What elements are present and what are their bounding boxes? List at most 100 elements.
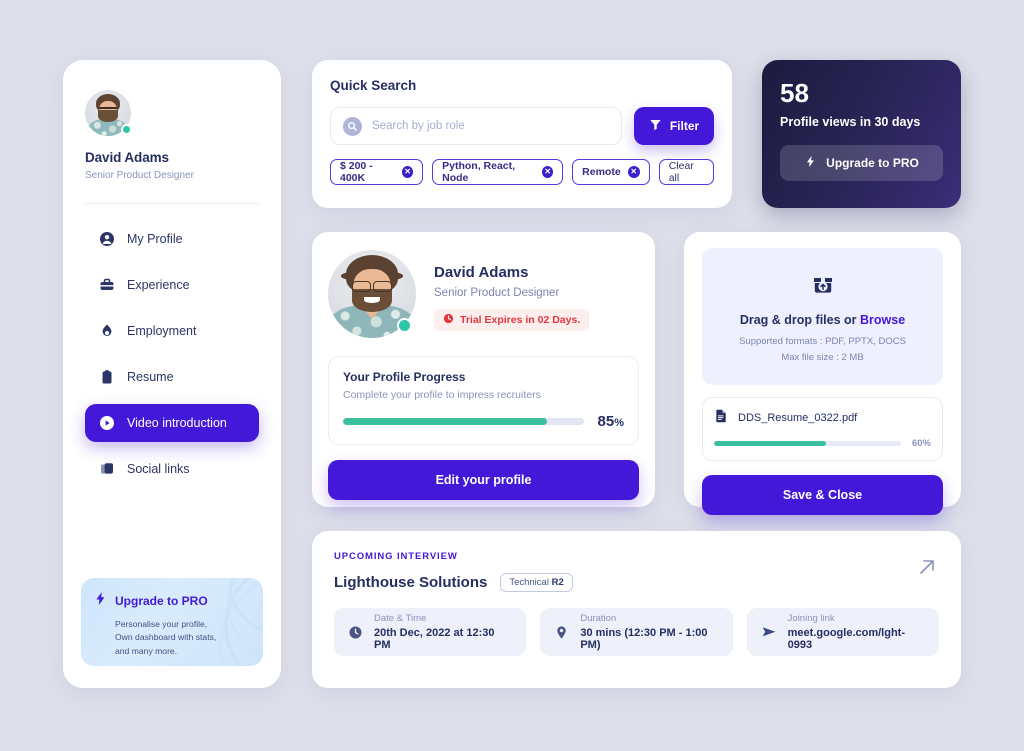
upload-card: Drag & drop files or Browse Supported fo…	[684, 232, 961, 515]
file-icon	[714, 408, 729, 428]
filter-chip-location[interactable]: Remote ✕	[572, 159, 650, 185]
promo-line: and many more.	[115, 645, 178, 656]
sidebar-item-social-links[interactable]: Social links	[85, 450, 259, 488]
arrow-up-right-icon[interactable]	[915, 555, 939, 584]
interview-detail-joining-link[interactable]: Joining link meet.google.com/lght-0993	[746, 608, 939, 656]
profile-views-caption: Profile views in 30 days	[780, 115, 943, 129]
clear-all-button[interactable]: Clear all	[658, 159, 714, 185]
badge-round: R2	[551, 577, 564, 588]
progress-percent-symbol: %	[614, 417, 624, 429]
profile-avatar	[328, 250, 416, 338]
chip-label: Clear all	[668, 160, 694, 184]
sidebar-item-resume[interactable]: Resume	[85, 358, 259, 396]
progress-subtitle: Complete your profile to impress recruit…	[343, 389, 541, 401]
progress-title: Your Profile Progress	[343, 370, 466, 384]
sidebar-nav: My Profile Experience Employment Resume	[85, 220, 259, 488]
browse-link[interactable]: Browse	[860, 313, 905, 327]
search-field[interactable]	[330, 107, 622, 145]
caption-prefix: Profile views in	[780, 115, 875, 129]
caption-period: 30 days	[874, 115, 921, 129]
briefcase-icon	[99, 277, 115, 293]
max-size-text: Max file size : 2 MB	[781, 351, 864, 363]
quick-search-title: Quick Search	[330, 78, 417, 93]
filter-chip-skills[interactable]: Python, React, Node ✕	[432, 159, 564, 185]
chip-label: Python, React, Node	[442, 160, 516, 184]
sidebar-item-my-profile[interactable]: My Profile	[85, 220, 259, 258]
online-status-dot	[121, 124, 132, 135]
detail-label: Joining link	[787, 613, 835, 624]
clock-icon	[348, 625, 363, 640]
progress-bar-fill	[343, 418, 548, 425]
search-input[interactable]	[372, 120, 609, 132]
chip-label: Remote	[582, 166, 621, 178]
profile-role: Senior Product Designer	[434, 287, 560, 299]
filter-chip-salary[interactable]: $ 200 - 400K ✕	[330, 159, 424, 185]
quick-search-panel: Quick Search Filter $ 200 - 400K ✕ Py	[312, 60, 732, 208]
sidebar-item-label: Experience	[127, 278, 190, 292]
sidebar-user-role: Senior Product Designer	[85, 170, 194, 181]
chip-label: $ 200 - 400K	[340, 160, 373, 184]
interview-details: Date & Time 20th Dec, 2022 at 12:30 PM D…	[334, 608, 939, 656]
save-and-close-button[interactable]: Save & Close	[702, 475, 943, 515]
upgrade-to-pro-button[interactable]: Upgrade to PRO	[780, 145, 943, 181]
clock-icon	[443, 313, 454, 327]
sidebar-user-name: David Adams	[85, 150, 169, 165]
sidebar-item-label: Social links	[127, 462, 190, 476]
trial-expiry-badge: Trial Expires in 02 Days.	[434, 309, 590, 331]
detail-value: 20th Dec, 2022 at 12:30 PM	[374, 627, 495, 651]
file-progress-track	[714, 440, 901, 447]
sidebar-item-employment[interactable]: Employment	[85, 312, 259, 350]
file-progress-percent: 60%	[911, 438, 931, 449]
file-progress-fill	[714, 440, 827, 447]
filter-button[interactable]: Filter	[634, 107, 714, 145]
detail-label: Date & Time	[374, 613, 427, 624]
sidebar-avatar	[85, 90, 132, 136]
send-icon	[761, 624, 777, 640]
bolt-icon	[93, 591, 108, 611]
upload-box-icon	[810, 271, 836, 302]
upgrade-button-label: Upgrade to PRO	[826, 156, 919, 170]
edit-profile-button[interactable]: Edit your profile	[328, 460, 639, 500]
sidebar-item-label: Video introduction	[127, 416, 227, 430]
promo-line: Own dashboard with stats,	[115, 632, 217, 643]
dropzone-title: Drag & drop files or Browse	[740, 313, 905, 327]
upcoming-interview-card: UPCOMING INTERVIEW Lighthouse Solutions …	[312, 531, 961, 688]
trial-badge-label: Trial Expires in 02 Days.	[460, 314, 581, 326]
sidebar-upgrade-promo[interactable]: Upgrade to PRO Personalise your profile,…	[81, 578, 263, 666]
profile-views-count: 58	[780, 78, 809, 108]
progress-percent-number: 85	[597, 413, 615, 430]
detail-value: meet.google.com/lght-0993	[787, 627, 905, 651]
chip-remove-icon[interactable]: ✕	[627, 166, 640, 178]
supported-formats-text: Supported formats : PDF, PPTX, DOCS	[739, 335, 906, 347]
sidebar-item-label: Resume	[127, 370, 174, 384]
sidebar-item-experience[interactable]: Experience	[85, 266, 259, 304]
filter-chips: $ 200 - 400K ✕ Python, React, Node ✕ Rem…	[330, 159, 714, 185]
interview-detail-duration: Duration 30 mins (12:30 PM - 1:00 PM)	[540, 608, 733, 656]
promo-title: Upgrade to PRO	[115, 594, 208, 608]
layers-icon	[99, 461, 115, 477]
uploaded-file-row: DDS_Resume_0322.pdf 60%	[702, 397, 943, 461]
detail-label: Duration	[580, 613, 617, 624]
chip-remove-icon[interactable]: ✕	[542, 166, 554, 178]
user-circle-icon	[99, 231, 115, 247]
interview-detail-date-time: Date & Time 20th Dec, 2022 at 12:30 PM	[334, 608, 527, 656]
sidebar-item-video-introduction[interactable]: Video introduction	[85, 404, 259, 442]
file-dropzone[interactable]: Drag & drop files or Browse Supported fo…	[702, 248, 943, 385]
promo-line: Personalise your profile,	[115, 619, 208, 629]
filter-button-label: Filter	[669, 119, 700, 133]
interview-company: Lighthouse Solutions	[334, 574, 488, 591]
profile-views-card: 58 Profile views in 30 days Upgrade to P…	[762, 60, 961, 208]
play-circle-icon	[99, 415, 115, 431]
sidebar-divider	[85, 203, 259, 204]
clipboard-icon	[99, 369, 115, 385]
profile-card: David Adams Senior Product Designer Tria…	[312, 232, 655, 507]
dropzone-prefix: Drag & drop files or	[739, 312, 860, 327]
interview-kicker: UPCOMING INTERVIEW	[334, 551, 458, 562]
progress-percent: 85%	[598, 413, 624, 430]
file-name: DDS_Resume_0322.pdf	[738, 412, 858, 424]
interview-round-badge: Technical R2	[500, 573, 573, 592]
chip-remove-icon[interactable]: ✕	[402, 166, 414, 178]
funnel-icon	[649, 118, 662, 134]
online-status-dot	[397, 318, 412, 333]
flame-icon	[99, 323, 115, 339]
